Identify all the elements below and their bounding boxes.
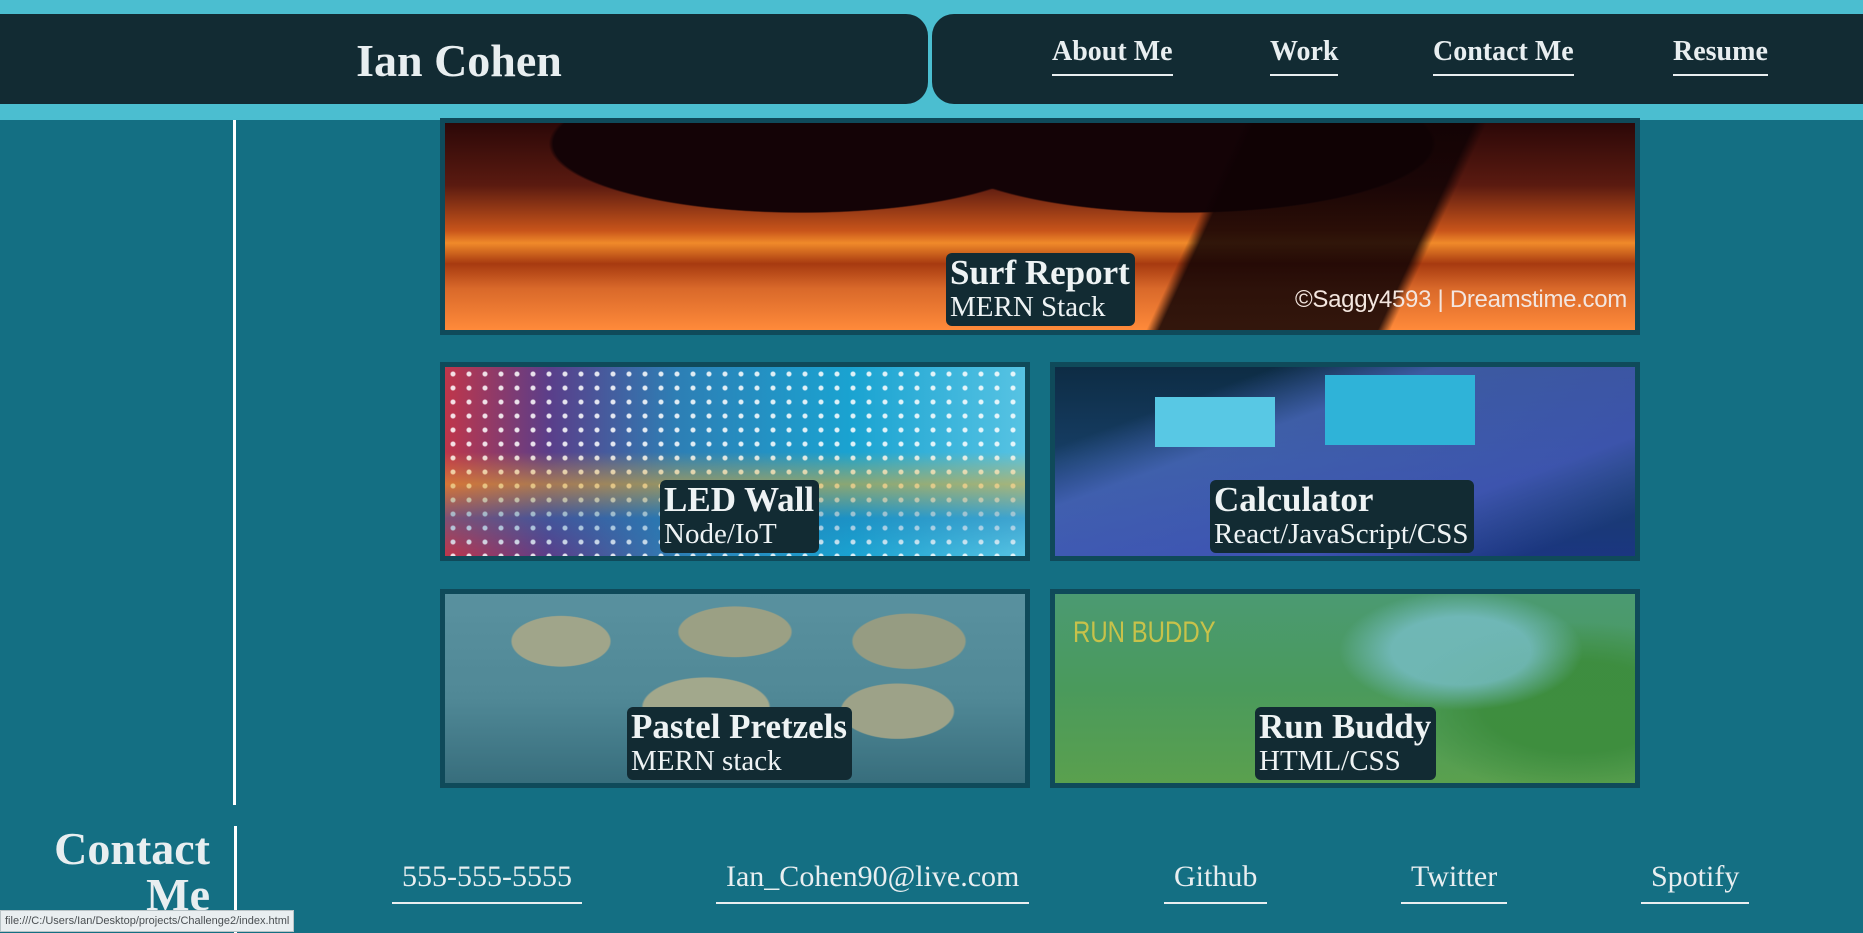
nav-about-me[interactable]: About Me	[1052, 36, 1173, 76]
contact-twitter-link[interactable]: Twitter	[1401, 860, 1508, 904]
nav-bar: About Me Work Contact Me Resume	[932, 14, 1863, 104]
contact-heading: Contact Me	[54, 823, 210, 920]
run-buddy-logo-text: RUN BUDDY	[1073, 616, 1216, 649]
nav-contact-me[interactable]: Contact Me	[1433, 36, 1574, 76]
contact-spotify-link[interactable]: Spotify	[1641, 860, 1750, 904]
project-card-surf-report[interactable]: ©Saggy4593 | Dreamstime.com Surf Report …	[440, 118, 1640, 335]
project-caption: Calculator React/JavaScript/CSS	[1210, 480, 1474, 554]
project-stack: React/JavaScript/CSS	[1214, 517, 1469, 550]
work-divider	[233, 120, 236, 805]
project-title: Pastel Pretzels	[631, 707, 848, 746]
project-stack: HTML/CSS	[1259, 744, 1401, 777]
project-card-pastel-pretzels[interactable]: Pastel Pretzels MERN stack	[440, 589, 1030, 788]
project-title: Surf Report	[950, 253, 1130, 292]
project-card-calculator[interactable]: Calculator React/JavaScript/CSS	[1050, 362, 1640, 561]
project-stack: Node/IoT	[664, 517, 777, 550]
contact-phone-link[interactable]: 555-555-5555	[392, 860, 582, 904]
project-title: Calculator	[1214, 480, 1374, 519]
site-name: Ian Cohen	[356, 34, 562, 86]
project-title: Run Buddy	[1259, 707, 1432, 746]
contact-email-link[interactable]: Ian_Cohen90@live.com	[716, 860, 1030, 904]
project-caption: Surf Report MERN Stack	[946, 253, 1135, 327]
project-stack: MERN Stack	[950, 290, 1106, 323]
nav-resume[interactable]: Resume	[1673, 36, 1768, 76]
project-caption: Pastel Pretzels MERN stack	[627, 707, 853, 781]
status-bar-url: file:///C:/Users/Ian/Desktop/projects/Ch…	[0, 910, 295, 932]
project-caption: LED Wall Node/IoT	[660, 480, 820, 554]
brand-bar: Ian Cohen	[0, 14, 928, 104]
project-title: LED Wall	[664, 480, 815, 519]
nav-work[interactable]: Work	[1270, 36, 1339, 76]
contact-github-link[interactable]: Github	[1164, 860, 1268, 904]
project-caption: Run Buddy HTML/CSS	[1255, 707, 1437, 781]
image-credit: ©Saggy4593 | Dreamstime.com	[1295, 286, 1627, 313]
project-stack: MERN stack	[631, 744, 782, 777]
project-card-run-buddy[interactable]: RUN BUDDY Run Buddy HTML/CSS	[1050, 589, 1640, 788]
project-card-led-wall[interactable]: LED Wall Node/IoT	[440, 362, 1030, 561]
